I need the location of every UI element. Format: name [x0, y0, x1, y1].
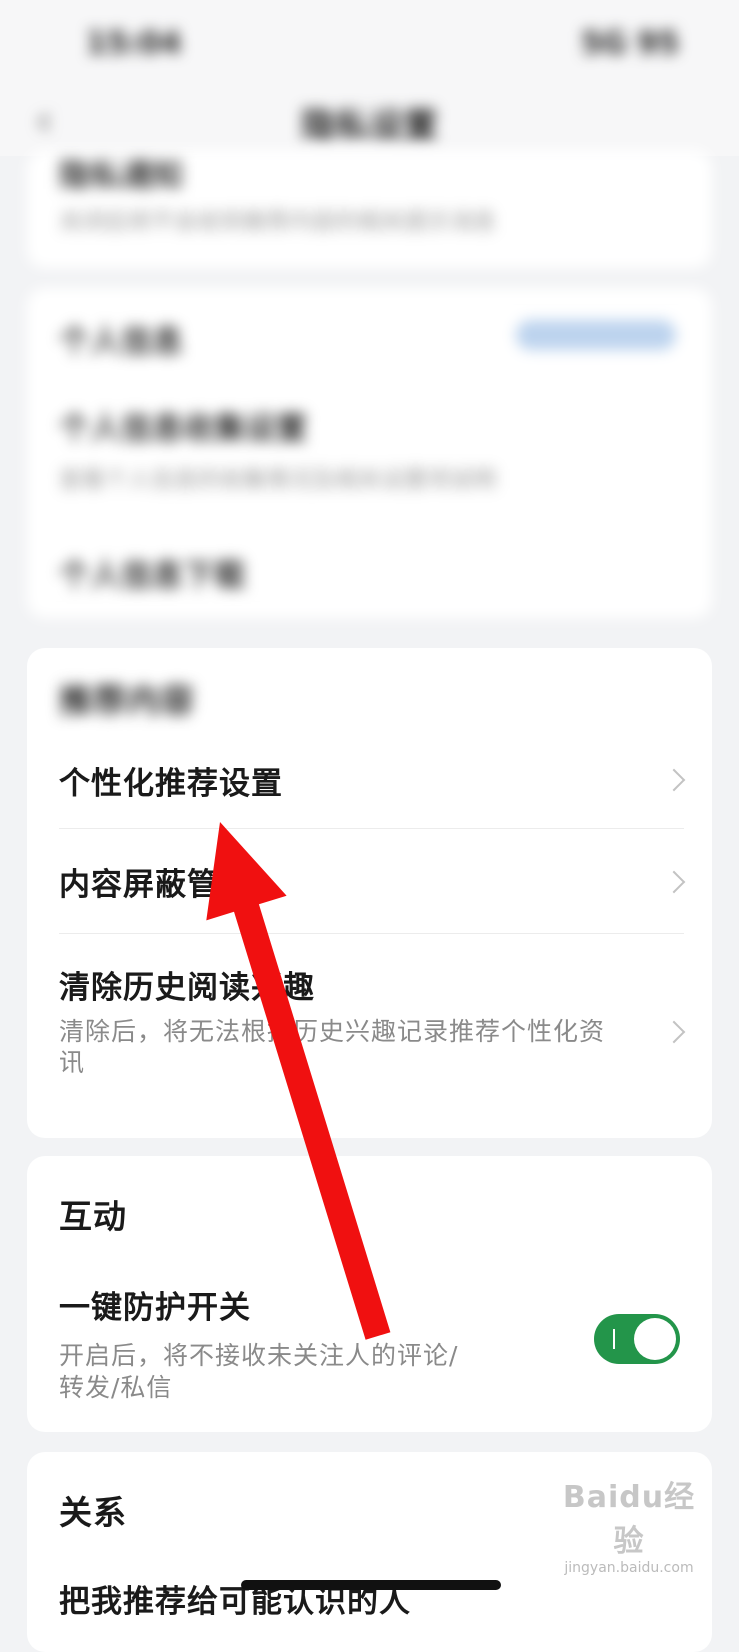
personalized-recommend-row[interactable]: 个性化推荐设置 [27, 728, 712, 828]
status-indicators: 5G 95 [581, 26, 679, 61]
interaction-section-title: 互动 [59, 1197, 127, 1236]
personal-info-title: 个人信息 [59, 324, 183, 360]
content-block-label: 内容屏蔽管理 [59, 867, 251, 903]
home-indicator [241, 1580, 501, 1590]
watermark-url: jingyan.baidu.com [564, 1560, 694, 1576]
personal-info-collection-subtitle: 查看个人信息的收集情况及相关设置项说明 [59, 467, 496, 493]
chevron-right-icon [662, 768, 686, 792]
watermark-brand: Baidu经验 [562, 1480, 696, 1559]
status-time: 15:04 [86, 26, 182, 61]
chevron-right-icon [662, 1020, 686, 1044]
content-block-row[interactable]: 内容屏蔽管理 [27, 829, 712, 933]
privacy-notice-title: 隐私通知 [59, 158, 183, 194]
privacy-notice-card: 隐私通知 关闭后将不会收到推荐内容的相关提示消息 [27, 150, 712, 268]
personalized-recommend-label: 个性化推荐设置 [59, 766, 283, 802]
personal-info-pill [516, 320, 676, 350]
toggle-on-mark [613, 1329, 615, 1349]
personal-info-card: 个人信息 个人信息收集设置 查看个人信息的收集情况及相关设置项说明 个人信息下载 [27, 288, 712, 618]
baidu-watermark: Baidu经验 jingyan.baidu.com [559, 1472, 699, 1576]
clear-history-subtitle: 清除后，将无法根据历史兴趣记录推荐个性化资讯 [59, 1017, 606, 1077]
navigation-bar: ‹ 隐私设置 [0, 90, 739, 156]
one-click-protection-subtitle-line2: 转发/私信 [59, 1373, 173, 1402]
recommend-card: 推荐内容 个性化推荐设置 内容屏蔽管理 清除历史阅读兴趣 清除后，将无法根据历史… [27, 648, 712, 1138]
chevron-right-icon [662, 870, 686, 894]
personal-info-collection-title[interactable]: 个人信息收集设置 [59, 403, 307, 448]
personal-info-download-title[interactable]: 个人信息下载 [59, 550, 245, 595]
clear-history-label: 清除历史阅读兴趣 [59, 970, 315, 1006]
one-click-protection-title: 一键防护开关 [59, 1290, 251, 1326]
recommend-section-title: 推荐内容 [59, 681, 195, 720]
interaction-card: 互动 一键防护开关 开启后，将不接收未关注人的评论/ 转发/私信 [27, 1156, 712, 1432]
privacy-notice-subtitle: 关闭后将不会收到推荐内容的相关提示消息 [59, 209, 496, 235]
one-click-protection-subtitle-line1: 开启后，将不接收未关注人的评论/ [59, 1341, 459, 1370]
page-title: 隐私设置 [301, 106, 438, 146]
toggle-knob [634, 1318, 676, 1360]
status-bar: 15:04 5G 95 [0, 0, 739, 90]
one-click-protection-toggle[interactable] [594, 1314, 680, 1364]
relation-section-title: 关系 [59, 1493, 127, 1532]
clear-history-row[interactable]: 清除历史阅读兴趣 清除后，将无法根据历史兴趣记录推荐个性化资讯 [27, 934, 712, 1124]
